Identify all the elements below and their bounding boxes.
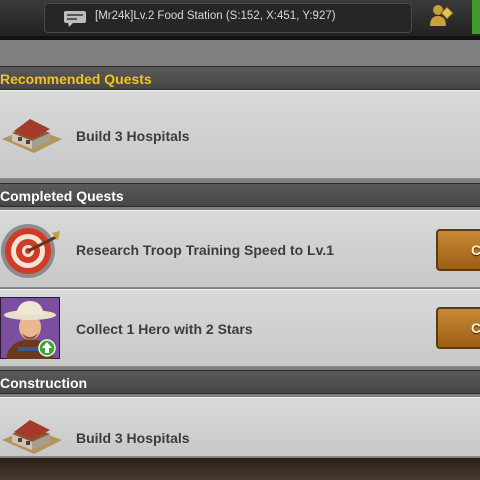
green-side-button[interactable] bbox=[472, 0, 480, 34]
quest-row-construction[interactable]: Build 3 Hospitals bbox=[0, 397, 480, 457]
hospital-icon bbox=[0, 107, 62, 169]
claim-button[interactable]: C bbox=[436, 229, 480, 271]
section-header-completed: Completed Quests bbox=[0, 183, 480, 207]
quest-label: Build 3 Hospitals bbox=[76, 128, 190, 144]
quest-row-recommended[interactable]: Build 3 Hospitals bbox=[0, 90, 480, 179]
section-header-construction: Construction bbox=[0, 370, 480, 394]
quest-label: Research Troop Training Speed to Lv.1 bbox=[76, 242, 335, 258]
upgrade-arrow-icon bbox=[38, 339, 56, 362]
alliance-icon bbox=[429, 4, 455, 33]
chat-message: [Mr24k]Lv.2 Food Station (S:152, X:451, … bbox=[95, 10, 336, 22]
quest-row-completed-1[interactable]: Research Troop Training Speed to Lv.1 C bbox=[0, 210, 480, 288]
target-icon bbox=[0, 219, 62, 281]
section-header-recommended: Recommended Quests bbox=[0, 66, 480, 90]
map-background bbox=[0, 458, 480, 480]
quest-label: Build 3 Hospitals bbox=[76, 430, 190, 446]
chat-bar[interactable]: [Mr24k]Lv.2 Food Station (S:152, X:451, … bbox=[44, 3, 412, 33]
alliance-button[interactable] bbox=[418, 3, 466, 33]
quest-row-completed-2[interactable]: Collect 1 Hero with 2 Stars C bbox=[0, 289, 480, 367]
claim-button[interactable]: C bbox=[436, 307, 480, 349]
quest-label: Collect 1 Hero with 2 Stars bbox=[76, 321, 253, 337]
top-bar: [Mr24k]Lv.2 Food Station (S:152, X:451, … bbox=[0, 0, 480, 40]
chat-icon bbox=[63, 10, 87, 33]
quest-panel: Recommended Quests Build 3 Hospitals Com… bbox=[0, 40, 480, 460]
